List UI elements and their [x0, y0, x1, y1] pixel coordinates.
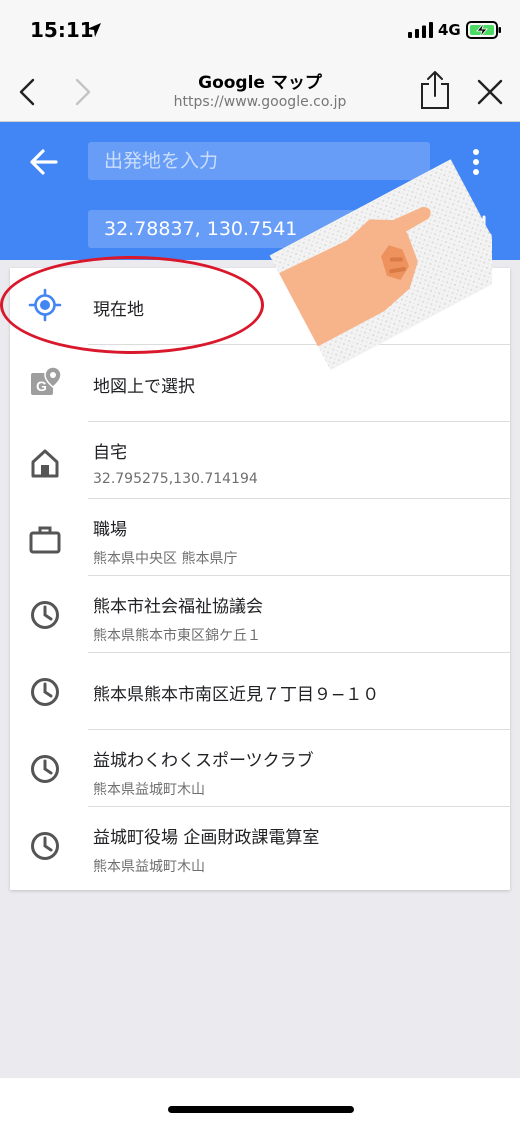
suggestion-subtitle: 熊本県熊本市東区錦ケ丘１	[93, 628, 261, 644]
status-bar: 15:11 4G	[0, 0, 520, 62]
svg-text:G: G	[36, 378, 47, 394]
history-icon	[31, 678, 59, 706]
suggestion-title: 益城わくわくスポーツクラブ	[93, 751, 314, 771]
work-icon	[29, 526, 61, 554]
annotation-circle	[0, 256, 264, 354]
suggestion-subtitle: 32.795275,130.714194	[93, 471, 258, 487]
suggestion-title: 熊本県熊本市南区近見７丁目９−１０	[93, 685, 380, 705]
pointing-hand-icon	[269, 159, 492, 371]
history-icon	[31, 755, 59, 783]
suggestion-home[interactable]: 自宅 32.795275,130.714194	[10, 422, 510, 499]
home-indicator[interactable]	[168, 1106, 354, 1113]
home-indicator-area	[0, 1078, 520, 1125]
network-type: 4G	[438, 21, 461, 39]
history-icon	[31, 832, 59, 860]
battery-charging-icon	[466, 21, 501, 39]
suggestion-title: 熊本市社会福祉協議会	[93, 597, 263, 617]
suggestion-history[interactable]: 熊本市社会福祉協議会 熊本県熊本市東区錦ケ丘１	[10, 576, 510, 653]
suggestion-title: 職場	[93, 520, 127, 540]
suggestion-history[interactable]: 益城わくわくスポーツクラブ 熊本県益城町木山	[10, 730, 510, 807]
map-pin-icon: G	[31, 366, 62, 395]
location-arrow-icon	[87, 23, 101, 37]
back-arrow-icon[interactable]	[24, 142, 64, 182]
home-icon	[31, 449, 59, 478]
browser-nav-bar: Google マップ https://www.google.co.jp	[0, 62, 520, 122]
suggestion-history[interactable]: 益城町役場 企画財政課電算室 熊本県益城町木山	[10, 807, 510, 884]
share-icon[interactable]	[418, 70, 452, 110]
suggestion-subtitle: 熊本県益城町木山	[93, 859, 205, 875]
suggestion-title: 自宅	[93, 443, 127, 463]
close-icon[interactable]	[474, 76, 506, 108]
suggestion-subtitle: 熊本県中央区 熊本県庁	[93, 551, 238, 567]
signal-bars-icon	[408, 22, 433, 38]
suggestion-history[interactable]: 熊本県熊本市南区近見７丁目９−１０	[10, 653, 510, 730]
status-time: 15:11	[30, 18, 94, 42]
history-icon	[31, 601, 59, 629]
suggestion-work[interactable]: 職場 熊本県中央区 熊本県庁	[10, 499, 510, 576]
suggestion-title: 益城町役場 企画財政課電算室	[93, 828, 320, 848]
suggestion-subtitle: 熊本県益城町木山	[93, 782, 205, 798]
